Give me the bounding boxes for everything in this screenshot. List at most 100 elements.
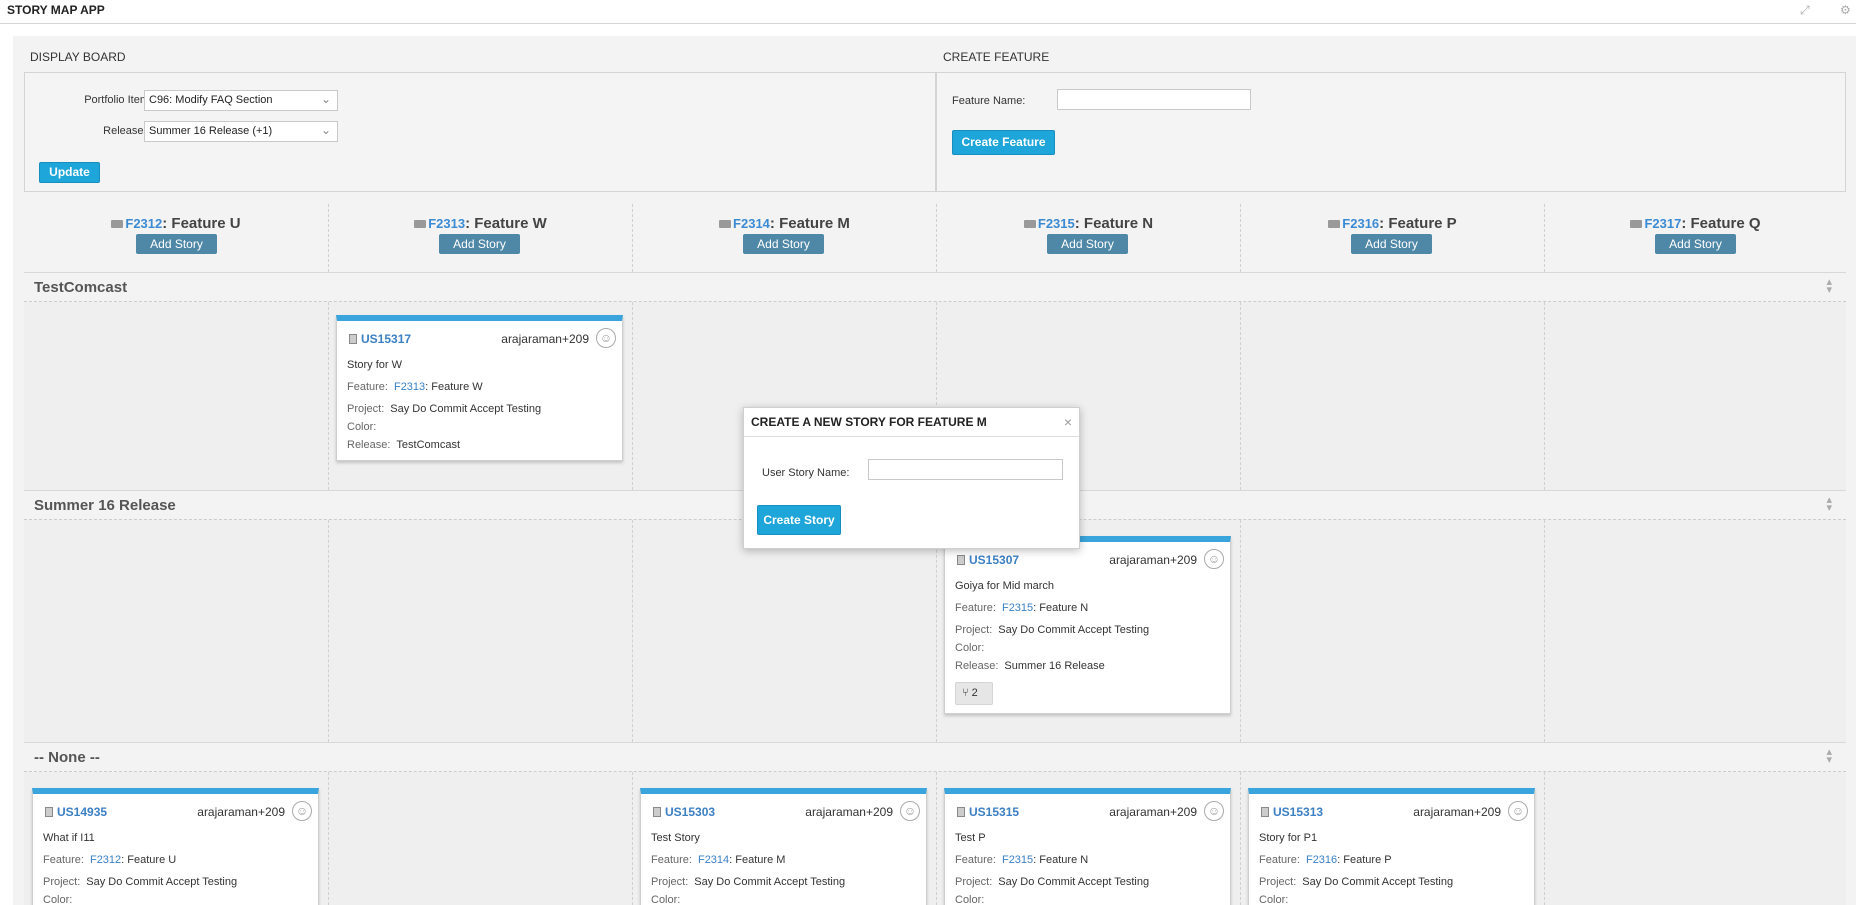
story-color-row: Color:	[955, 642, 985, 654]
story-owner: arajaraman+209	[197, 805, 285, 819]
story-release-row: Release: Summer 16 Release	[955, 660, 1105, 672]
add-story-button[interactable]: Add Story	[1655, 234, 1736, 254]
releases-select[interactable]: Summer 16 Release (+1) ⌄	[144, 121, 338, 142]
add-story-button[interactable]: Add Story	[1047, 234, 1128, 254]
close-icon[interactable]: ×	[1064, 414, 1072, 430]
feature-name: : Feature P	[1379, 215, 1457, 232]
portfolio-icon	[414, 220, 427, 229]
story-id-link[interactable]: US15313	[1261, 805, 1323, 819]
feature-name: : Feature U	[162, 215, 241, 232]
feature-title: F2313: Feature W	[329, 215, 632, 232]
drag-handle-icon[interactable]: ▴ ▾	[1826, 277, 1832, 296]
story-name: Story for P1	[1259, 832, 1318, 844]
feature-link[interactable]: F2314	[698, 854, 729, 866]
feature-title: F2312: Feature U	[24, 215, 328, 232]
story-owner: arajaraman+209	[805, 805, 893, 819]
feature-id-link[interactable]: F2317	[1644, 216, 1681, 231]
story-name: Test P	[955, 832, 986, 844]
feature-column-header: F2312: Feature U Add Story	[24, 204, 329, 272]
avatar[interactable]: ☺	[1204, 801, 1224, 821]
story-name: Story for W	[347, 359, 403, 371]
add-story-button[interactable]: Add Story	[743, 234, 824, 254]
feature-id-link[interactable]: F2312	[125, 216, 162, 231]
story-card[interactable]: US15307 arajaraman+209 ☺ Goiya for Mid m…	[944, 536, 1231, 714]
avatar[interactable]: ☺	[1508, 801, 1528, 821]
story-card[interactable]: US15303 arajaraman+209 ☺ Test Story Feat…	[640, 788, 927, 905]
add-story-button[interactable]: Add Story	[1351, 234, 1432, 254]
feature-name: : Feature W	[465, 215, 547, 232]
portfolio-icon	[1023, 220, 1036, 229]
feature-name-input[interactable]	[1057, 89, 1251, 110]
feature-link[interactable]: F2312	[90, 854, 121, 866]
feature-link[interactable]: F2316	[1306, 854, 1337, 866]
drag-handle-icon[interactable]: ▴ ▾	[1826, 495, 1832, 514]
story-feature-row: Feature: F2316: Feature P	[1259, 854, 1392, 866]
avatar[interactable]: ☺	[596, 328, 616, 348]
feature-link[interactable]: F2315	[1002, 602, 1033, 614]
feature-column-header: F2315: Feature N Add Story	[937, 204, 1241, 272]
feature-id-link[interactable]: F2314	[733, 216, 770, 231]
story-card[interactable]: US15317 arajaraman+209 ☺ Story for W Fea…	[336, 315, 623, 461]
avatar[interactable]: ☺	[1204, 549, 1224, 569]
board-cell	[329, 520, 633, 742]
board-cell	[24, 520, 329, 742]
create-feature-button[interactable]: Create Feature	[952, 130, 1055, 155]
display-board-title: DISPLAY BOARD	[30, 50, 126, 64]
user-story-name-label: User Story Name:	[762, 467, 850, 479]
chevron-down-icon: ⌄	[320, 92, 331, 106]
releases-label: Releases	[103, 125, 149, 137]
feature-link[interactable]: F2313	[394, 381, 425, 393]
story-icon	[653, 807, 661, 817]
portfolio-icon	[1328, 220, 1341, 229]
story-id-link[interactable]: US15317	[349, 332, 411, 346]
story-id-link[interactable]: US15315	[957, 805, 1019, 819]
story-icon	[957, 555, 965, 565]
portfolio-item-select[interactable]: C96: Modify FAQ Section ⌄	[144, 90, 338, 111]
app-header: STORY MAP APP ⤢ ⚙	[0, 0, 1856, 24]
add-story-button[interactable]: Add Story	[136, 234, 217, 254]
story-color-row: Color:	[955, 894, 985, 905]
story-card[interactable]: US14935 arajaraman+209 ☺ What if I11 Fea…	[32, 788, 319, 905]
user-story-name-input[interactable]	[868, 459, 1063, 480]
chevron-down-icon: ⌄	[320, 123, 331, 137]
feature-title: F2316: Feature P	[1241, 215, 1544, 232]
board-cell	[1545, 520, 1846, 742]
branch-count-badge[interactable]: ⑂ 2	[955, 682, 993, 705]
board-cell	[1241, 302, 1545, 490]
feature-name: : Feature M	[769, 215, 850, 232]
story-project-row: Project: Say Do Commit Accept Testing	[955, 876, 1150, 888]
feature-id-link[interactable]: F2313	[428, 216, 465, 231]
story-icon	[349, 334, 357, 344]
avatar[interactable]: ☺	[900, 801, 920, 821]
gear-icon[interactable]: ⚙	[1840, 3, 1851, 17]
story-icon	[1261, 807, 1269, 817]
expand-icon[interactable]: ⤢	[1800, 3, 1810, 18]
story-owner: arajaraman+209	[1109, 805, 1197, 819]
avatar[interactable]: ☺	[292, 801, 312, 821]
story-id-link[interactable]: US14935	[45, 805, 107, 819]
story-card[interactable]: US15313 arajaraman+209 ☺ Story for P1 Fe…	[1248, 788, 1535, 905]
story-feature-row: Feature: F2312: Feature U	[43, 854, 177, 866]
portfolio-icon	[111, 220, 124, 229]
feature-link[interactable]: F2315	[1002, 854, 1033, 866]
dialog-divider	[744, 436, 1079, 437]
update-button[interactable]: Update	[39, 162, 100, 183]
feature-id-link[interactable]: F2316	[1342, 216, 1379, 231]
story-owner: arajaraman+209	[1413, 805, 1501, 819]
story-project-row: Project: Say Do Commit Accept Testing	[43, 876, 238, 888]
swimlane-title: TestComcast	[34, 279, 128, 296]
board-cell	[329, 772, 633, 905]
drag-handle-icon[interactable]: ▴ ▾	[1826, 747, 1832, 766]
story-id-link[interactable]: US15307	[957, 553, 1019, 567]
create-story-button[interactable]: Create Story	[757, 505, 841, 535]
story-project-row: Project: Say Do Commit Accept Testing	[955, 624, 1150, 636]
swimlane-header[interactable]: TestComcast ▴ ▾	[24, 272, 1846, 302]
add-story-button[interactable]: Add Story	[439, 234, 520, 254]
story-id-link[interactable]: US15303	[653, 805, 715, 819]
branch-icon: ⑂	[962, 687, 969, 699]
story-card[interactable]: US15315 arajaraman+209 ☺ Test P Feature:…	[944, 788, 1231, 905]
feature-id-link[interactable]: F2315	[1038, 216, 1075, 231]
swimlane-header[interactable]: -- None -- ▴ ▾	[24, 742, 1846, 772]
feature-title: F2315: Feature N	[937, 215, 1240, 232]
story-color-row: Color:	[1259, 894, 1289, 905]
